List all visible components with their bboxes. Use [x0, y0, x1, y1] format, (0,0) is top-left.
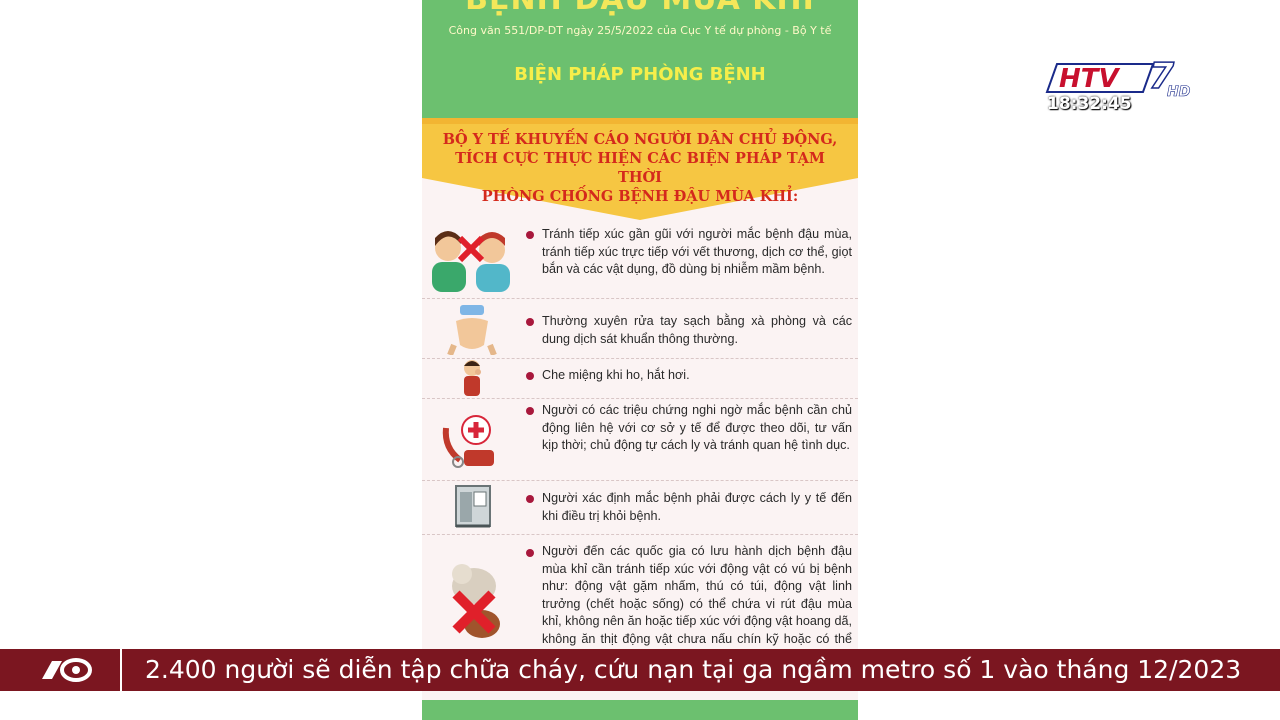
banner-text: BỘ Y TẾ KHUYẾN CÁO NGƯỜI DÂN CHỦ ĐỘNG, T… [442, 130, 838, 206]
logo-text: HTV [1059, 64, 1120, 94]
bullet-dot [526, 372, 534, 380]
poster-footer-bar [422, 700, 858, 720]
hand-washing-icon [426, 298, 518, 358]
poster-section-title: BIỆN PHÁP PHÒNG BỆNH [514, 64, 766, 85]
poster-header: BỆNH ĐẬU MÙA KHỈ Công văn 551/DP-DT ngày… [422, 0, 858, 118]
item-text: Thường xuyên rửa tay sạch bằng xà phòng … [542, 314, 852, 346]
infographic-poster: BỆNH ĐẬU MÙA KHỈ Công văn 551/DP-DT ngày… [422, 0, 858, 720]
broadcast-clock: 18:32:45 [1047, 94, 1132, 114]
medical-phone-icon [426, 398, 518, 480]
banner-line: PHÒNG CHỐNG BỆNH ĐẬU MÙA KHỈ: [481, 188, 799, 205]
ticker-divider [120, 649, 122, 691]
bullet-dot [526, 549, 534, 557]
bullet-dot [526, 231, 534, 239]
item-text: Che miệng khi ho, hắt hơi. [542, 368, 690, 382]
poster-reference: Công văn 551/DP-DT ngày 25/5/2022 của Cụ… [448, 24, 832, 37]
program-logo-icon [38, 657, 94, 687]
banner-line: TÍCH CỰC THỰC HIỆN CÁC BIỆN PHÁP TẠM THỜ… [455, 150, 825, 186]
item-text: Người xác định mắc bệnh phải được cách l… [542, 491, 852, 523]
bullet-dot [526, 407, 534, 415]
prevention-item: Người xác định mắc bệnh phải được cách l… [422, 480, 858, 535]
avoid-contact-icon [426, 222, 518, 298]
ticker-headline: 2.400 người sẽ diễn tập chữa cháy, cứu n… [145, 655, 1242, 684]
no-animal-contact-icon [426, 534, 518, 654]
banner-line: BỘ Y TẾ KHUYẾN CÁO NGƯỜI DÂN CHỦ ĐỘNG, [442, 131, 838, 148]
prevention-item: Thường xuyên rửa tay sạch bằng xà phòng … [422, 298, 858, 359]
isolation-bed-icon [426, 480, 518, 534]
prevention-item: Người có các triệu chứng nghi ngờ mắc bệ… [422, 398, 858, 481]
recommendation-banner: BỘ Y TẾ KHUYẾN CÁO NGƯỜI DÂN CHỦ ĐỘNG, T… [422, 112, 858, 222]
item-text: Người có các triệu chứng nghi ngờ mắc bệ… [542, 403, 852, 452]
prevention-item: Tránh tiếp xúc gần gũi với người mắc bện… [422, 222, 858, 299]
cough-cover-icon [426, 358, 518, 398]
item-text: Tránh tiếp xúc gần gũi với người mắc bện… [542, 227, 852, 276]
item-text: Người đến các quốc gia có lưu hành dịch … [542, 544, 852, 663]
bullet-dot [526, 318, 534, 326]
bullet-dot [526, 495, 534, 503]
prevention-item: Che miệng khi ho, hắt hơi. [422, 358, 858, 399]
logo-suffix: HD [1167, 84, 1190, 98]
poster-title: BỆNH ĐẬU MÙA KHỈ [422, 0, 858, 17]
news-ticker: 2.400 người sẽ diễn tập chữa cháy, cứu n… [0, 649, 1280, 691]
